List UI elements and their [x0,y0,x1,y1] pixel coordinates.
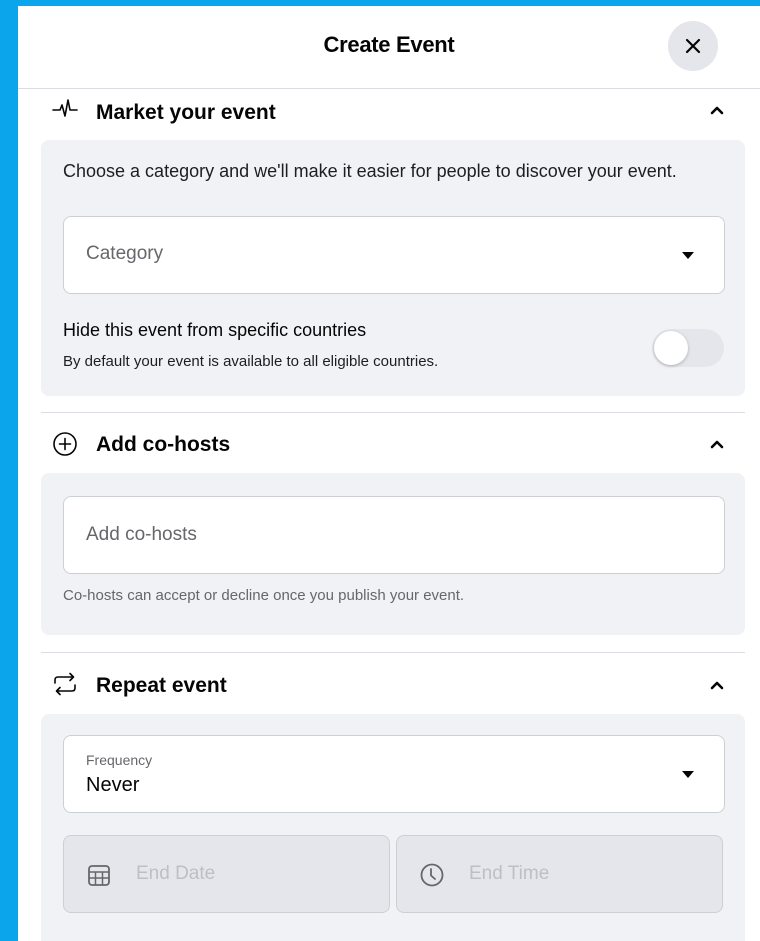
hide-countries-subtitle: By default your event is available to al… [63,353,439,370]
hide-countries-toggle[interactable] [652,329,724,367]
chevron-up-icon[interactable] [709,677,725,693]
create-event-dialog: Create Event Market your event Choose a … [18,6,760,941]
section-divider [41,652,745,653]
dialog-header: Create Event [18,6,760,89]
frequency-value: Never [86,774,140,796]
cohosts-input[interactable] [86,519,696,551]
close-button[interactable] [668,21,718,71]
cohosts-section-title: Add co-hosts [96,433,231,456]
end-date-placeholder: End Date [136,863,216,884]
market-panel: Choose a category and we'll make it easi… [41,140,745,396]
category-placeholder: Category [86,243,164,264]
section-divider [41,412,745,413]
cohosts-panel: Co-hosts can accept or decline once you … [41,473,745,635]
cohosts-section-header[interactable]: Add co-hosts [18,419,760,469]
market-description: Choose a category and we'll make it easi… [63,161,677,181]
end-time-field[interactable]: End Time [396,835,723,913]
repeat-section-header[interactable]: Repeat event [18,659,760,709]
end-time-placeholder: End Time [469,863,550,884]
caret-down-icon [682,252,694,259]
activity-pulse-icon [52,99,78,117]
hide-countries-title: Hide this event from specific countries [63,320,367,340]
frequency-label: Frequency [86,752,153,768]
clock-icon [420,863,444,887]
end-date-field[interactable]: End Date [63,835,390,913]
cohosts-help-text: Co-hosts can accept or decline once you … [63,587,465,604]
market-section-header[interactable]: Market your event [18,88,760,138]
repeat-panel: Frequency Never End Date End Time [41,714,745,941]
caret-down-icon [682,771,694,778]
close-icon [685,38,701,54]
repeat-section-title: Repeat event [96,674,227,697]
cohosts-field[interactable] [63,496,725,574]
dialog-title: Create Event [323,32,455,57]
chevron-up-icon[interactable] [709,102,725,118]
toggle-knob [654,331,688,365]
category-select[interactable]: Category [63,216,725,294]
calendar-icon [88,865,110,886]
add-circle-icon [53,432,77,456]
market-section-title: Market your event [96,101,276,124]
repeat-icon [54,672,76,696]
frequency-select[interactable]: Frequency Never [63,735,725,813]
chevron-up-icon[interactable] [709,436,725,452]
